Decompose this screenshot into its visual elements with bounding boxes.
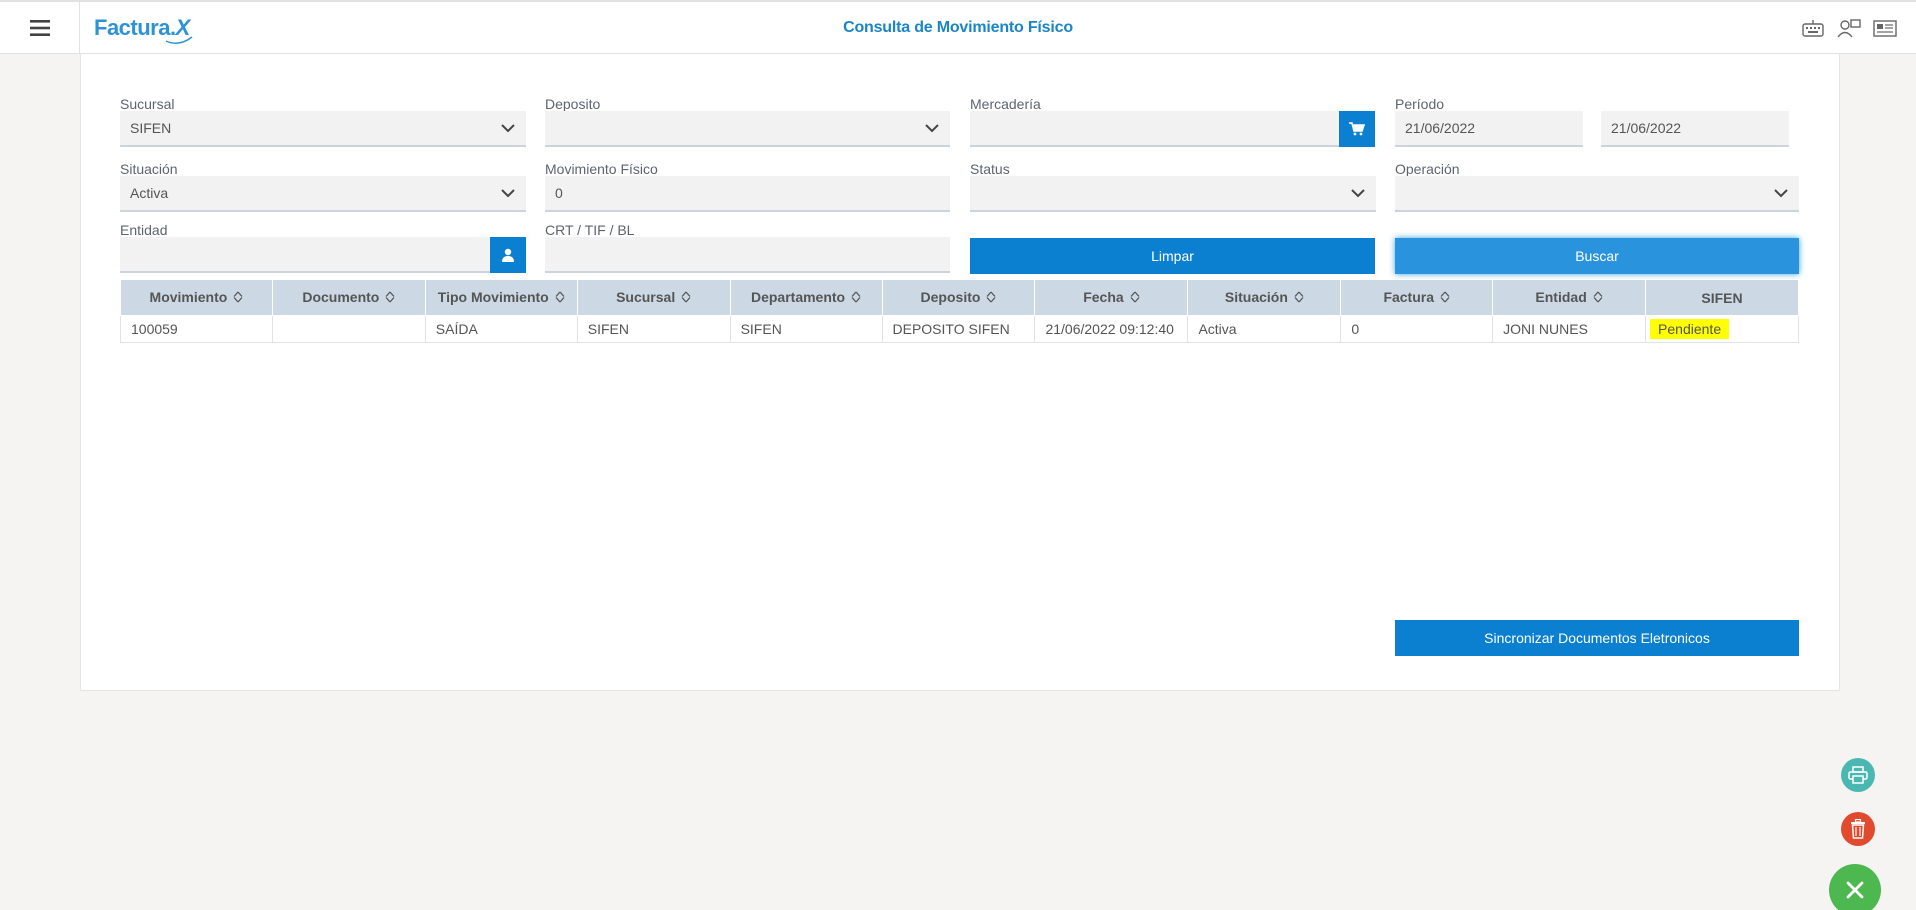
cell-factura: 0: [1340, 315, 1494, 343]
chevron-down-icon: [1763, 176, 1799, 210]
column-header-fecha[interactable]: Fecha: [1034, 279, 1189, 316]
sort-icon: [681, 290, 691, 306]
sucursal-label: Sucursal: [120, 96, 175, 112]
status-select[interactable]: [970, 176, 1376, 212]
cell-movimiento: 100059: [120, 315, 273, 343]
results-table: Movimiento Documento Tipo Movimiento Suc…: [120, 279, 1799, 343]
situacion-select[interactable]: Activa: [120, 176, 526, 212]
sucursal-select[interactable]: SIFEN: [120, 111, 526, 147]
keyboard-button[interactable]: [1800, 17, 1826, 39]
users-icon: [1837, 19, 1861, 38]
user-icon: [502, 248, 514, 262]
column-header-deposito[interactable]: Deposito: [881, 279, 1036, 316]
buscar-button[interactable]: Buscar: [1395, 238, 1799, 274]
sort-icon: [1130, 290, 1140, 306]
chevron-down-icon: [1340, 176, 1376, 210]
keyboard-icon: [1802, 20, 1824, 37]
sort-icon: [986, 290, 996, 306]
movimiento-fisico-input[interactable]: 0: [545, 176, 950, 212]
chevron-down-icon: [490, 111, 526, 145]
movimiento-fisico-value: 0: [555, 185, 563, 201]
sort-icon: [233, 290, 243, 306]
situacion-value: Activa: [130, 185, 169, 201]
periodo-to-value: 21/06/2022: [1611, 120, 1682, 136]
sort-icon: [1294, 290, 1304, 306]
newspaper-icon: [1873, 20, 1897, 37]
chevron-down-icon: [914, 111, 950, 145]
page-title: Consulta de Movimiento Físico: [843, 19, 1073, 36]
column-header-movimiento[interactable]: Movimiento: [120, 279, 273, 316]
sort-icon: [1440, 290, 1450, 306]
crt-input[interactable]: [545, 237, 950, 273]
chevron-down-icon: [490, 176, 526, 210]
mercaderia-search-button[interactable]: [1339, 111, 1375, 147]
users-button[interactable]: [1836, 17, 1862, 39]
operacion-select[interactable]: [1395, 176, 1799, 212]
top-bar: Factura.X Consulta de Movimiento Físico: [0, 0, 1916, 54]
print-icon: [1848, 766, 1868, 784]
cell-tipo-movimiento: SAÍDA: [424, 315, 578, 343]
cart-icon: [1349, 122, 1365, 136]
main-card: [80, 54, 1840, 691]
cell-entidad: JONI NUNES: [1492, 315, 1647, 343]
sincronizar-button[interactable]: Sincronizar Documentos Eletronicos: [1395, 620, 1799, 656]
cell-sucursal: SIFEN: [576, 315, 731, 343]
status-badge: Pendiente: [1650, 319, 1730, 339]
column-header-sifen: SIFEN: [1645, 279, 1799, 316]
sort-icon: [1593, 290, 1603, 306]
situacion-label: Situación: [120, 161, 178, 177]
periodo-label: Período: [1395, 96, 1445, 112]
table-row[interactable]: 100059 SAÍDA SIFEN SIFEN DEPOSITO SIFEN …: [120, 315, 1799, 343]
mercaderia-input[interactable]: [970, 111, 1340, 147]
operacion-label: Operación: [1395, 161, 1460, 177]
movimiento-fisico-label: Movimiento Físico: [545, 161, 658, 177]
cell-fecha: 21/06/2022 09:12:40: [1034, 315, 1189, 343]
cell-documento: [271, 315, 426, 343]
entidad-search-button[interactable]: [490, 237, 526, 273]
periodo-from-input[interactable]: 21/06/2022: [1395, 111, 1583, 147]
column-header-situacion[interactable]: Situación: [1187, 279, 1342, 316]
print-button[interactable]: [1841, 758, 1875, 792]
cell-departamento: SIFEN: [729, 315, 883, 343]
sort-icon: [385, 290, 395, 306]
mercaderia-label: Mercadería: [970, 96, 1041, 112]
crt-label: CRT / TIF / BL: [545, 222, 635, 238]
cell-situacion: Activa: [1187, 315, 1342, 343]
column-header-departamento[interactable]: Departamento: [729, 279, 883, 316]
close-button[interactable]: [1829, 864, 1881, 910]
close-icon: [1846, 881, 1864, 899]
news-button[interactable]: [1872, 17, 1898, 39]
delete-button[interactable]: [1841, 812, 1875, 846]
cell-deposito: DEPOSITO SIFEN: [881, 315, 1036, 343]
sucursal-value: SIFEN: [130, 120, 172, 136]
periodo-to-input[interactable]: 21/06/2022: [1601, 111, 1789, 147]
status-label: Status: [970, 161, 1010, 177]
column-header-entidad[interactable]: Entidad: [1492, 279, 1647, 316]
column-header-tipo-movimiento[interactable]: Tipo Movimiento: [424, 279, 578, 316]
sort-icon: [851, 290, 861, 306]
trash-icon: [1851, 819, 1865, 839]
entidad-label: Entidad: [120, 222, 168, 238]
sort-icon: [555, 290, 565, 306]
column-header-documento[interactable]: Documento: [271, 279, 426, 316]
periodo-from-value: 21/06/2022: [1405, 120, 1476, 136]
deposito-select[interactable]: [545, 111, 950, 147]
entidad-input[interactable]: [120, 237, 491, 273]
column-header-factura[interactable]: Factura: [1340, 279, 1494, 316]
deposito-label: Deposito: [545, 96, 601, 112]
table-header-row: Movimiento Documento Tipo Movimiento Suc…: [120, 279, 1799, 316]
column-header-sucursal[interactable]: Sucursal: [576, 279, 731, 316]
limpar-button[interactable]: Limpar: [970, 238, 1375, 274]
cell-sifen: Pendiente: [1645, 315, 1799, 343]
